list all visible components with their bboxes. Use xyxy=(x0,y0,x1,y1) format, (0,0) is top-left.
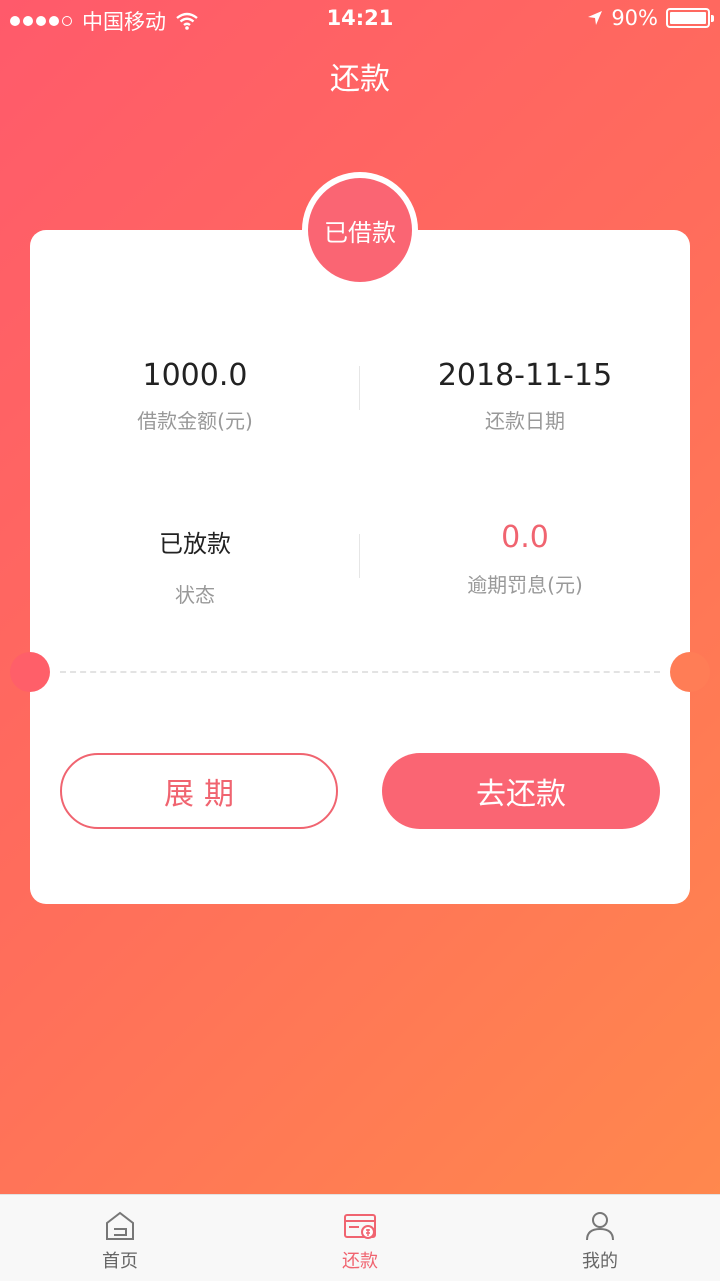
penalty-cell: 0.0 逾期罚息(元) xyxy=(360,520,690,598)
repay-button[interactable]: 去还款 xyxy=(382,753,660,829)
penalty-label: 逾期罚息(元) xyxy=(467,573,583,597)
loan-amount-cell: 1000.0 借款金额(元) xyxy=(30,358,360,434)
home-icon xyxy=(106,1211,134,1240)
status-cell: 已放款 状态 xyxy=(30,524,360,608)
status-right: 90% xyxy=(587,6,714,30)
loan-status-label: 状态 xyxy=(175,583,215,607)
tab-home[interactable]: 首页 xyxy=(0,1195,240,1281)
battery-percent: 90% xyxy=(611,6,658,30)
ticket-notch-right xyxy=(670,652,710,692)
repay-date-label: 还款日期 xyxy=(485,409,565,433)
ticket-notch-left xyxy=(10,652,50,692)
loan-amount-label: 借款金额(元) xyxy=(137,409,253,433)
loan-status: 已放款 xyxy=(159,530,231,558)
loan-status-badge-label: 已借款 xyxy=(308,178,412,282)
repay-card-icon xyxy=(344,1214,376,1239)
loan-card: 1000.0 借款金额(元) 2018-11-15 还款日期 已放款 状态 0.… xyxy=(30,230,690,904)
tab-bar: 首页 还款 我的 xyxy=(0,1194,720,1281)
extend-button[interactable]: 展期 xyxy=(60,753,338,829)
dashed-separator xyxy=(60,671,660,673)
loan-status-badge: 已借款 xyxy=(302,172,418,288)
tab-repay-label: 还款 xyxy=(342,1251,378,1272)
repay-date: 2018-11-15 xyxy=(437,358,613,393)
loan-amount: 1000.0 xyxy=(142,358,248,393)
tab-home-label: 首页 xyxy=(102,1251,138,1272)
tab-mine[interactable]: 我的 xyxy=(480,1195,720,1281)
tab-mine-label: 我的 xyxy=(582,1251,618,1272)
location-arrow-icon xyxy=(588,11,603,25)
penalty-amount: 0.0 xyxy=(501,520,549,555)
status-bar: 中国移动 14:21 90% xyxy=(0,0,720,38)
battery-icon xyxy=(666,8,714,28)
page-title: 还款 xyxy=(330,62,390,97)
repay-date-cell: 2018-11-15 还款日期 xyxy=(360,358,690,434)
tab-repay[interactable]: 还款 xyxy=(240,1195,480,1281)
user-icon xyxy=(586,1212,614,1241)
